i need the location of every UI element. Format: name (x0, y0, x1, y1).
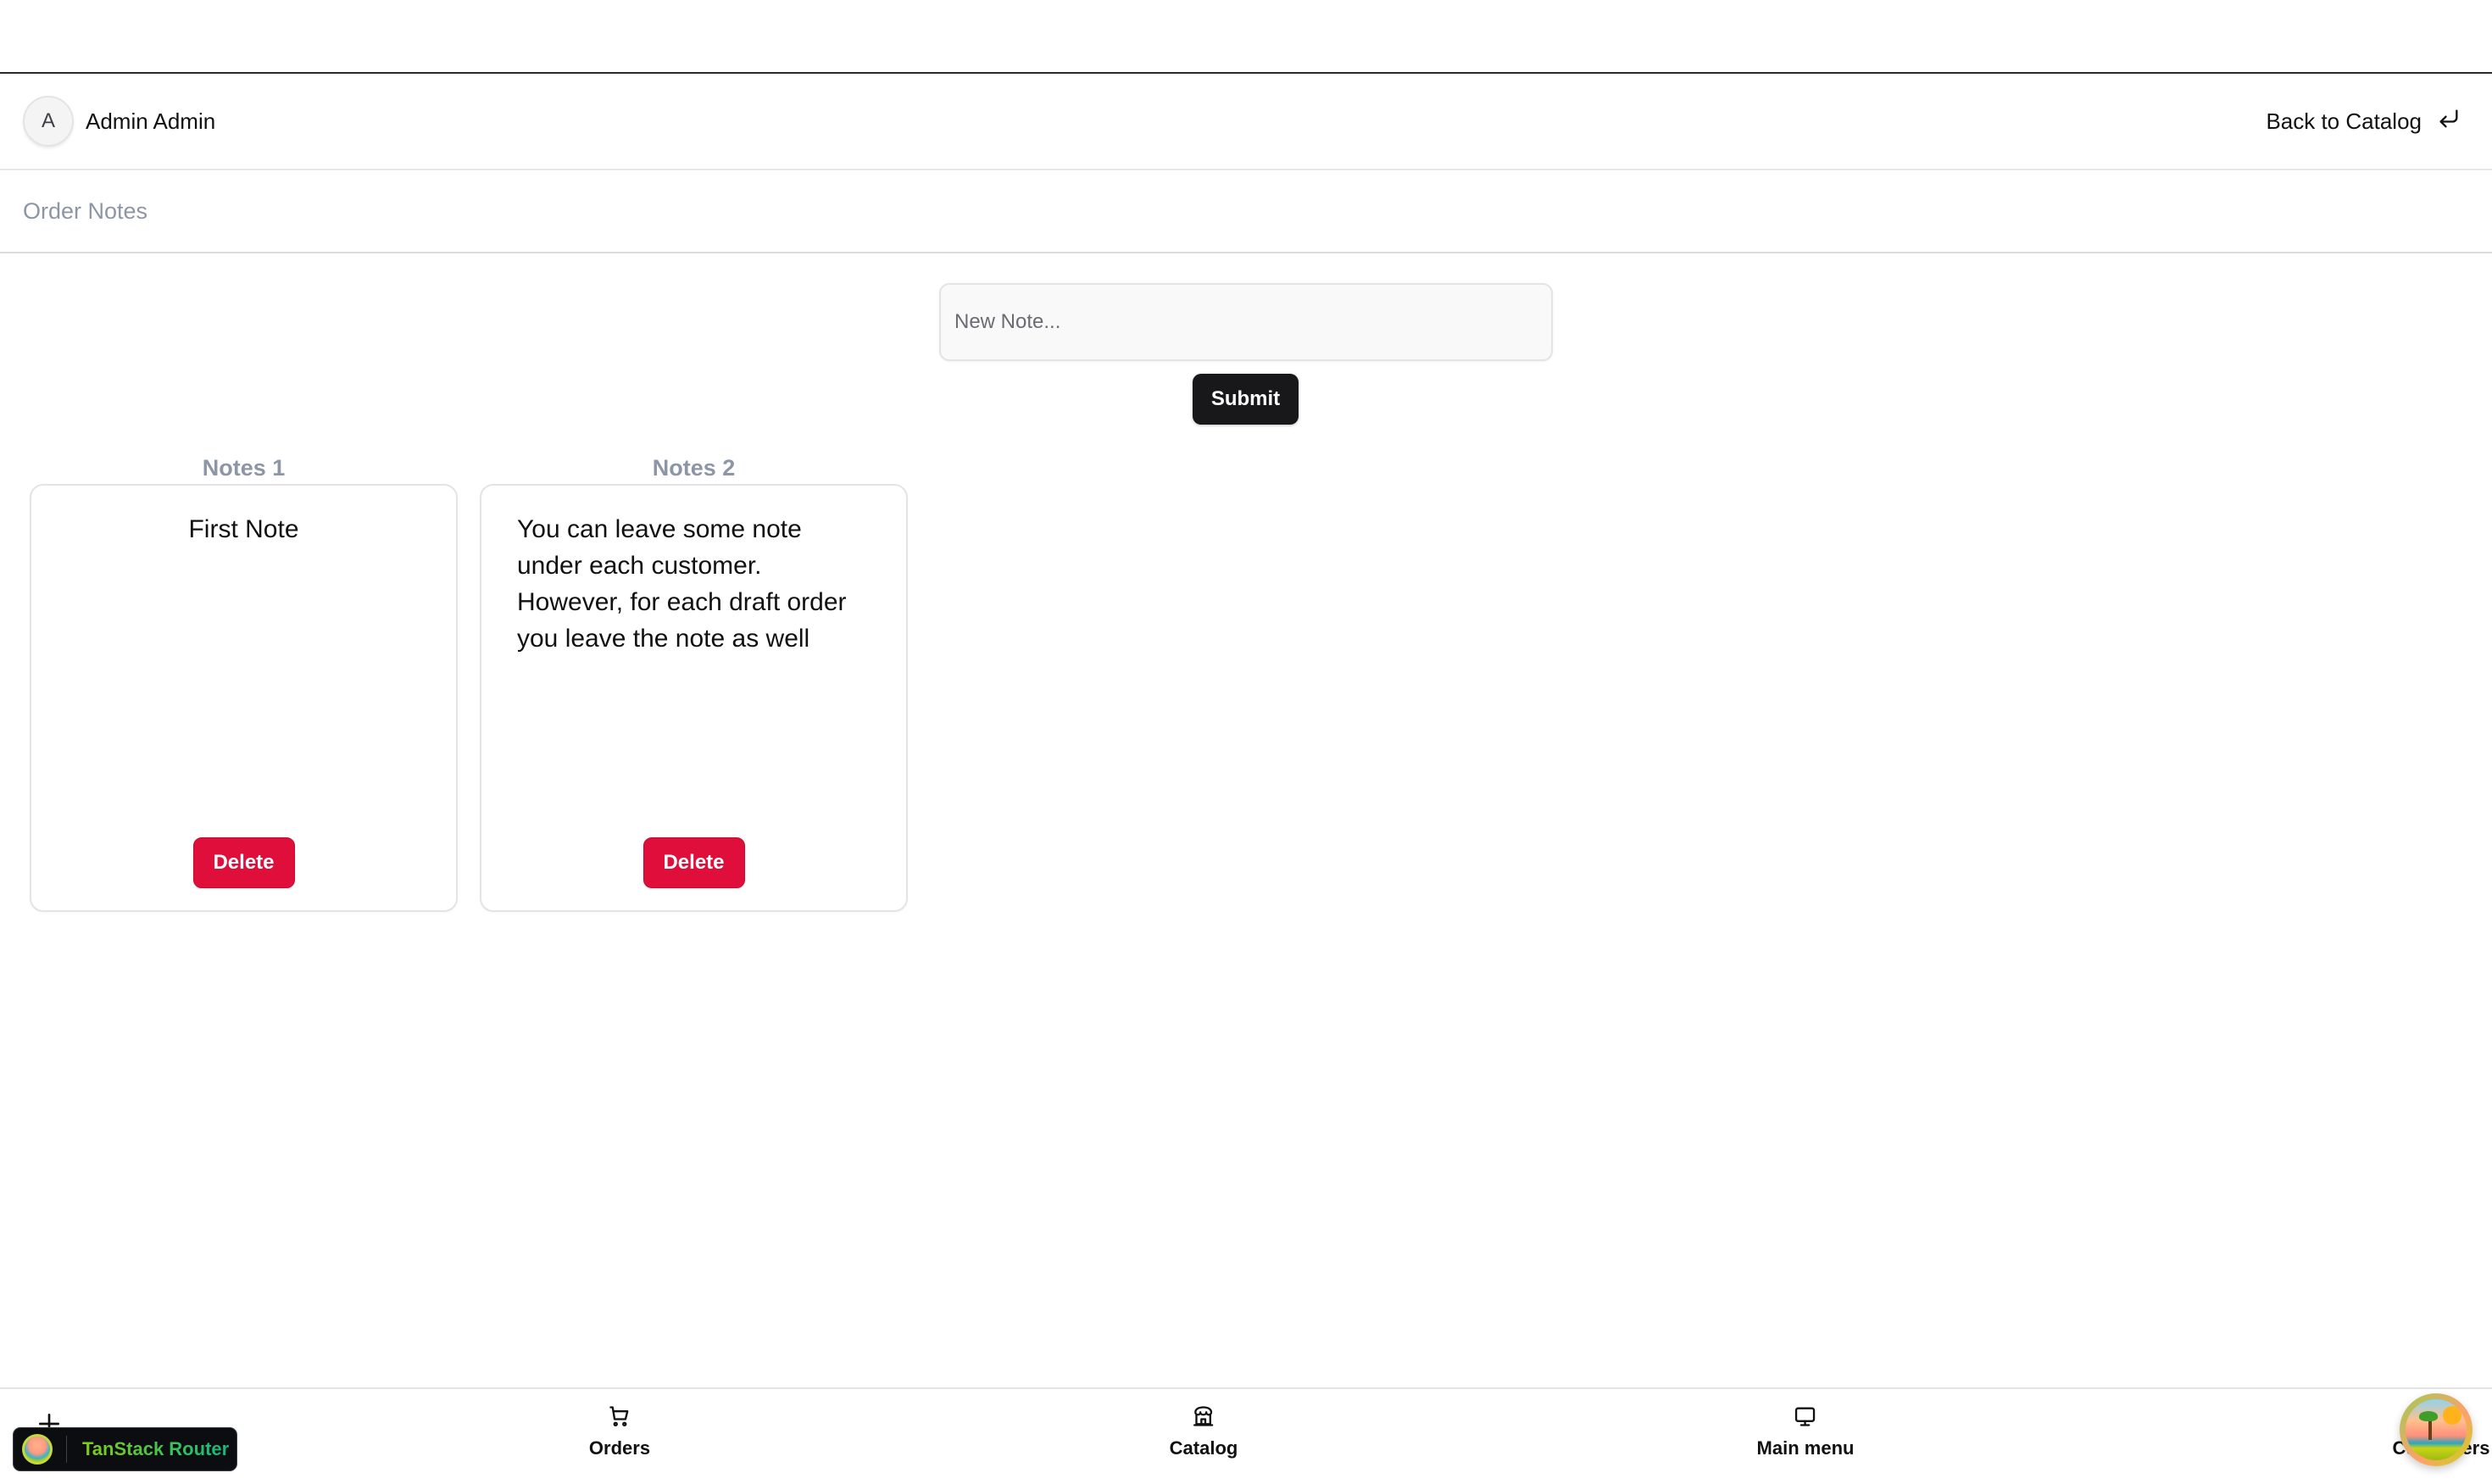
tanstack-query-devtools-toggle[interactable] (2400, 1393, 2473, 1466)
new-note-form: Submit (939, 283, 1553, 425)
note-column: Notes 1 First Note Delete (30, 452, 458, 912)
note-column: Notes 2 You can leave some note under ea… (480, 452, 908, 912)
note-label: Notes 2 (652, 455, 736, 481)
avatar[interactable]: A (23, 96, 74, 147)
tanstack-logo-icon (22, 1434, 53, 1465)
delete-note-button[interactable]: Delete (192, 837, 295, 888)
nav-label: Main menu (1756, 1437, 1855, 1459)
palm-leaves-shape (2419, 1411, 2438, 1421)
sun-shape (2443, 1406, 2461, 1425)
nav-label: Catalog (1169, 1437, 1238, 1459)
note-card: You can leave some note under each custo… (480, 484, 908, 912)
cart-icon (608, 1404, 631, 1432)
back-to-catalog-link[interactable]: Back to Catalog (2266, 107, 2469, 136)
user-name: Admin Admin (86, 108, 216, 134)
submit-button[interactable]: Submit (1193, 374, 1299, 425)
nav-item-main-menu[interactable]: Main menu (1756, 1404, 1855, 1459)
store-icon (1192, 1404, 1215, 1432)
new-note-input[interactable] (939, 283, 1553, 361)
page-title: Order Notes (23, 197, 148, 224)
top-band (0, 0, 2492, 72)
devtools-separator (66, 1436, 67, 1463)
tanstack-query-logo-icon (2406, 1399, 2467, 1460)
bottom-nav: Orders Catalog Main menu (0, 1387, 2492, 1484)
monitor-icon (1794, 1404, 1817, 1432)
note-label: Notes 1 (202, 455, 286, 481)
note-text: You can leave some note under each custo… (517, 515, 847, 653)
page-title-row: Order Notes (0, 170, 2492, 253)
avatar-initial: A (41, 109, 55, 132)
router-devtools-label: TanStack Router (82, 1438, 230, 1459)
back-link-label: Back to Catalog (2266, 108, 2422, 134)
tanstack-router-devtools-toggle[interactable]: TanStack Router (13, 1427, 237, 1471)
nav-label: Orders (588, 1437, 651, 1459)
delete-note-button[interactable]: Delete (642, 837, 745, 888)
user-header: A Admin Admin Back to Catalog (0, 74, 2492, 170)
return-arrow-icon (2437, 107, 2461, 136)
nav-item-catalog[interactable]: Catalog (1170, 1404, 1238, 1459)
note-card: First Note Delete (30, 484, 458, 912)
notes-grid: Notes 1 First Note Delete Notes 2 You ca… (30, 452, 908, 912)
note-text: First Note (188, 515, 299, 543)
nav-item-orders[interactable]: Orders (589, 1404, 650, 1459)
